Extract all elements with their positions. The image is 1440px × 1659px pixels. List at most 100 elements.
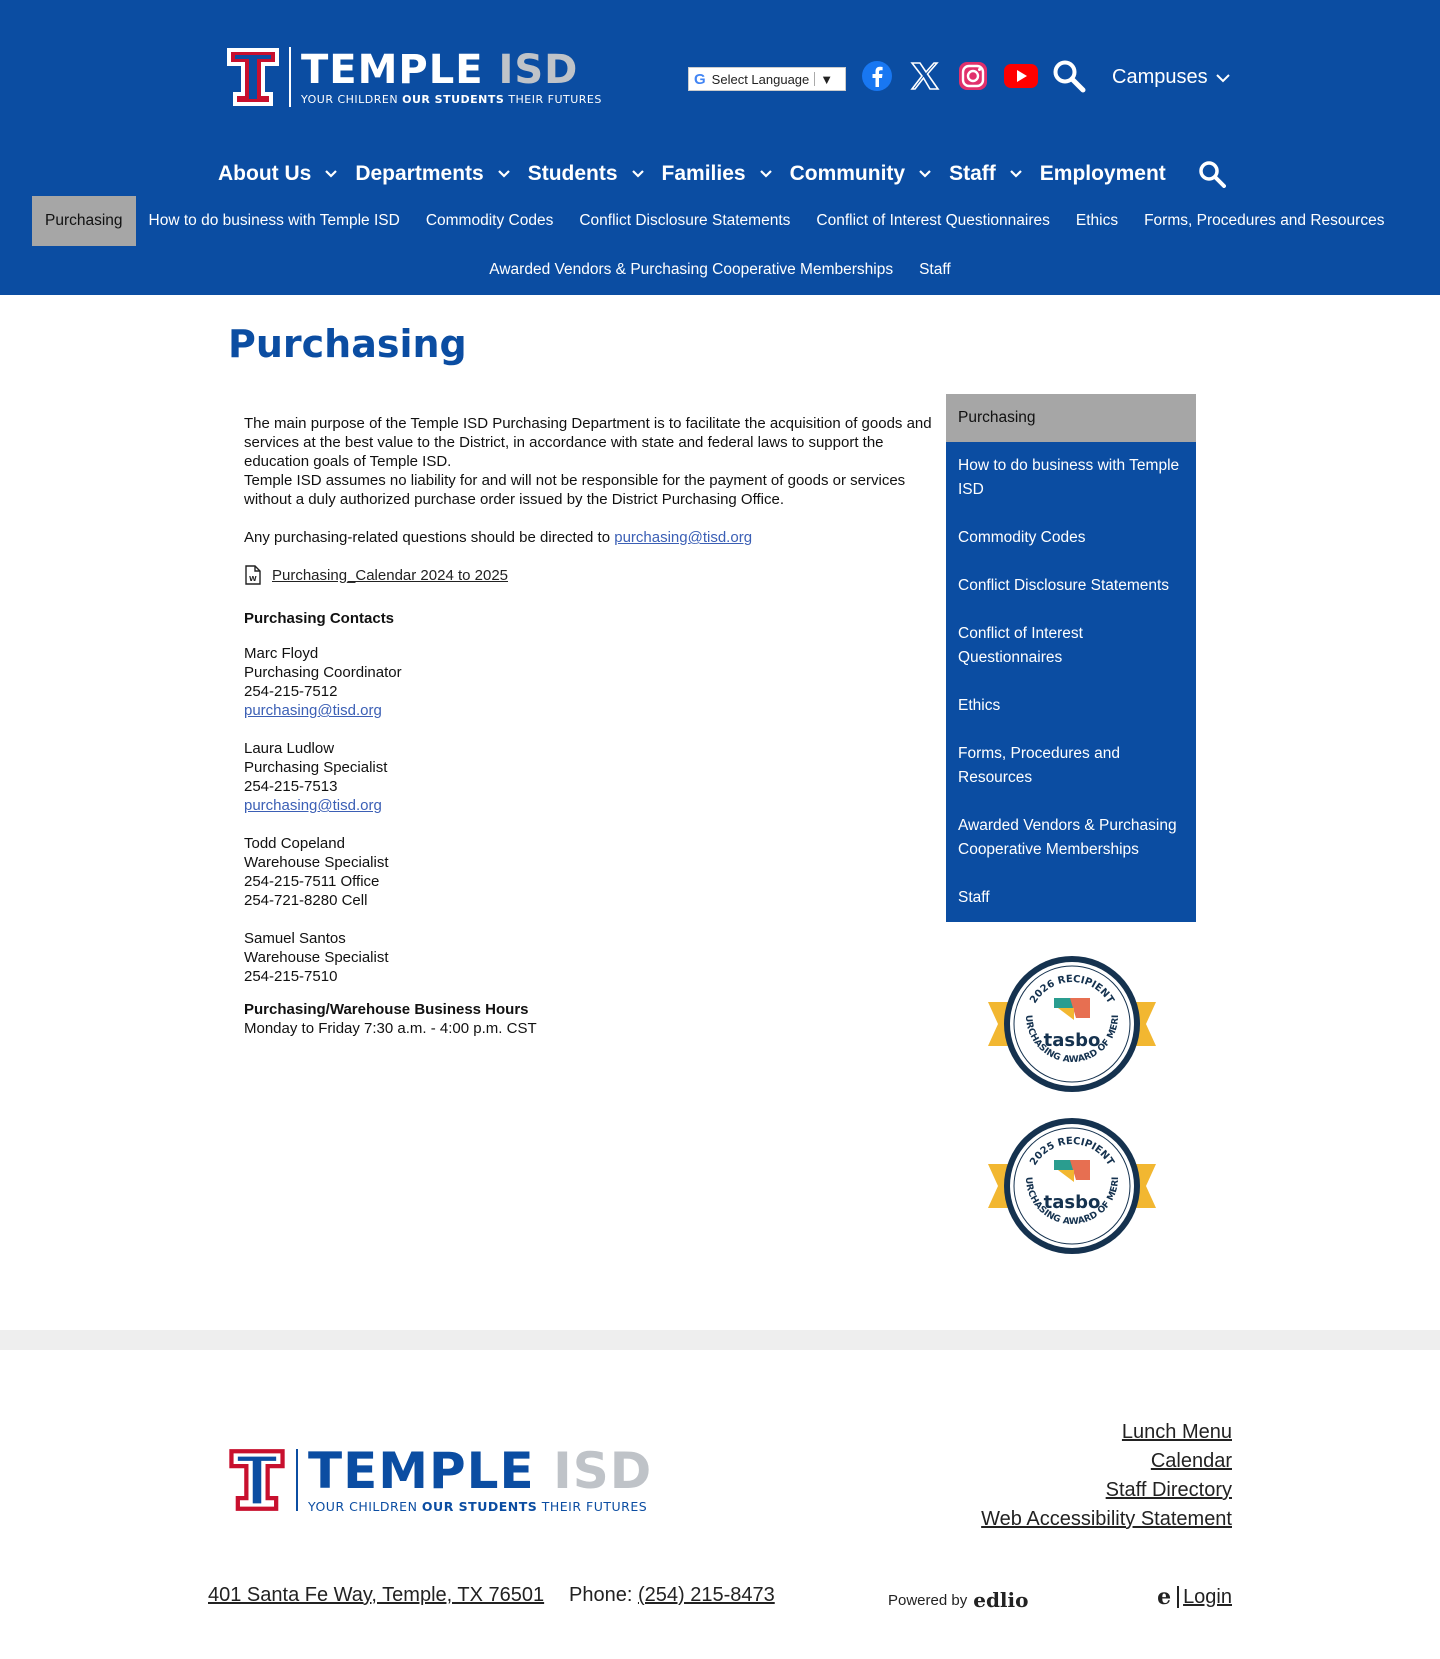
sidebar-item-staff[interactable]: Staff [946,874,1196,922]
footer-address-link[interactable]: 401 Santa Fe Way, Temple, TX 76501 [208,1584,544,1607]
chevron-down-icon[interactable] [631,170,644,178]
logo-divider [289,47,291,107]
subnav-forms-procedures[interactable]: Forms, Procedures and Resources [1131,196,1397,246]
contact-phone: 254-215-7511 Office [244,873,380,890]
footer-link-staff-directory[interactable]: Staff Directory [981,1476,1232,1505]
language-select[interactable]: G Select Language ▼ [688,67,846,91]
contact-name: Samuel Santos [244,930,346,947]
contact-phone: 254-215-7512 [244,683,338,700]
sidebar-item-conflict-disclosure[interactable]: Conflict Disclosure Statements [946,562,1196,610]
sidebar-item-ethics[interactable]: Ethics [946,682,1196,730]
contacts-heading: Purchasing Contacts [244,610,395,627]
chevron-down-icon[interactable] [919,170,931,178]
youtube-icon[interactable] [1003,58,1039,94]
contact-phone: 254-215-7513 [244,778,338,795]
powered-by-edlio[interactable]: Powered by edlio [888,1588,1028,1612]
tasbo-award-badge-2026: 2026 RECIPIENT PURCHASING AWARD OF MERIT… [988,954,1156,1092]
chevron-down-icon[interactable] [759,170,772,178]
subnav-ethics[interactable]: Ethics [1063,196,1131,246]
footer-logo[interactable]: TEMPLE ISD YOUR CHILDREN OUR STUDENTS TH… [226,1445,652,1514]
contact-name: Marc Floyd [244,645,319,662]
footer-phone-link[interactable]: (254) 215-8473 [638,1584,775,1606]
facebook-icon[interactable] [859,58,895,94]
logo-t-icon [229,1448,285,1511]
sidebar-item-awarded-vendors[interactable]: Awarded Vendors & Purchasing Cooperative… [946,802,1196,874]
footer-phone: Phone: (254) 215-8473 [569,1584,775,1607]
logo-wordmark: TEMPLE ISD [301,46,579,93]
nav-community[interactable]: Community [790,162,932,186]
sidebar-item-commodity-codes[interactable]: Commodity Codes [946,514,1196,562]
contact-card: Todd Copeland Warehouse Specialist 254-2… [244,834,934,910]
google-icon: G [694,70,706,88]
logo-divider [296,1448,298,1511]
subnav-awarded-vendors[interactable]: Awarded Vendors & Purchasing Cooperative… [476,245,906,295]
language-select-divider [814,72,816,86]
campuses-dropdown[interactable]: Campuses [1112,66,1230,89]
site-header: TEMPLE ISD YOUR CHILDREN OUR STUDENTS TH… [0,0,1440,295]
sidebar-item-how-to-do-business[interactable]: How to do business with Temple ISD [946,442,1196,514]
contact-phone-cell: 254-721-8280 Cell [244,892,368,909]
purchasing-calendar-link[interactable]: Purchasing_Calendar 2024 to 2025 [272,566,508,585]
login-label[interactable]: Login [1183,1586,1232,1609]
tasbo-award-badge-2025: 2025 RECIPIENT PURCHASING AWARD OF MERIT… [988,1116,1156,1254]
search-icon[interactable] [1051,58,1087,94]
edlio-logo: edlio [973,1588,1029,1612]
powered-by-label: Powered by [888,1591,968,1609]
footer-link-lunch-menu[interactable]: Lunch Menu [981,1418,1232,1447]
subnav-commodity-codes[interactable]: Commodity Codes [413,196,567,246]
subnav-staff[interactable]: Staff [906,245,964,295]
svg-text:tasbo: tasbo [1044,1192,1101,1213]
chevron-down-icon[interactable] [325,170,338,178]
sidebar-nav: Purchasing How to do business with Templ… [946,394,1196,922]
questions-paragraph: Any purchasing-related questions should … [244,528,934,547]
contact-phone: 254-215-7510 [244,968,338,985]
language-select-label: Select Language [711,71,810,87]
contact-name: Laura Ludlow [244,740,335,757]
site-logo[interactable]: TEMPLE ISD YOUR CHILDREN OUR STUDENTS TH… [225,46,602,108]
nav-staff[interactable]: Staff [949,162,1022,186]
nav-about-us[interactable]: About Us [218,162,338,186]
edlio-e-icon: e [1157,1584,1172,1610]
nav-employment[interactable]: Employment [1040,162,1166,186]
footer-phone-label: Phone: [569,1584,638,1606]
sub-nav-row-2: Awarded Vendors & Purchasing Cooperative… [0,246,1440,294]
contact-email-link[interactable]: purchasing@tisd.org [244,702,382,719]
login-link[interactable]: e Login [1157,1584,1232,1610]
page-title: Purchasing [228,322,467,366]
subnav-purchasing[interactable]: Purchasing [32,196,136,246]
nav-students[interactable]: Students [528,162,644,186]
contact-name: Todd Copeland [244,835,345,852]
nav-families[interactable]: Families [662,162,772,186]
contact-email-link[interactable]: purchasing@tisd.org [244,797,382,814]
contact-card: Samuel Santos Warehouse Specialist 254-2… [244,929,934,986]
sub-nav: Purchasing How to do business with Templ… [32,196,1397,246]
campuses-label: Campuses [1112,66,1208,88]
subnav-conflict-of-interest[interactable]: Conflict of Interest Questionnaires [803,196,1062,246]
dropdown-arrow-icon: ▼ [820,71,834,87]
nav-departments[interactable]: Departments [355,162,510,186]
nav-search-icon[interactable] [1198,160,1226,188]
instagram-icon[interactable] [955,58,991,94]
file-link-row: W Purchasing_Calendar 2024 to 2025 [244,565,934,585]
footer-divider-band [0,1330,1440,1350]
subnav-how-to-do-business[interactable]: How to do business with Temple ISD [136,196,413,246]
chevron-down-icon[interactable] [1009,170,1022,178]
x-twitter-icon[interactable] [907,58,943,94]
subnav-conflict-disclosure[interactable]: Conflict Disclosure Statements [566,196,803,246]
contact-card: Marc Floyd Purchasing Coordinator 254-21… [244,644,934,720]
purchasing-email-link[interactable]: purchasing@tisd.org [614,529,752,546]
liability-paragraph: Temple ISD assumes no liability for and … [244,472,906,508]
logo-t-icon [227,48,279,106]
footer-link-web-accessibility[interactable]: Web Accessibility Statement [981,1505,1232,1534]
contact-title: Warehouse Specialist [244,854,389,871]
sidebar-item-conflict-of-interest[interactable]: Conflict of Interest Questionnaires [946,610,1196,682]
svg-text:tasbo: tasbo [1044,1030,1101,1051]
word-document-icon: W [245,565,261,585]
sidebar-item-forms-procedures[interactable]: Forms, Procedures and Resources [946,730,1196,802]
sidebar-item-purchasing[interactable]: Purchasing [946,394,1196,442]
chevron-down-icon[interactable] [497,170,510,178]
logo-tagline: YOUR CHILDREN OUR STUDENTS THEIR FUTURES [301,92,602,106]
main-nav: About Us Departments Students Families C… [218,160,1226,188]
footer-link-calendar[interactable]: Calendar [981,1447,1232,1476]
contact-card: Laura Ludlow Purchasing Specialist 254-2… [244,739,934,815]
